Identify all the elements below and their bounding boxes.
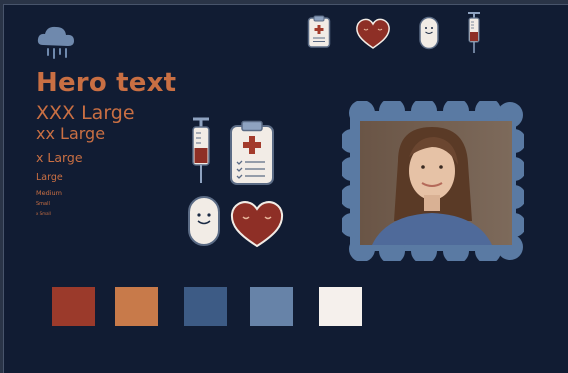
hero-text: Hero text [36,68,177,98]
heart-icon [230,201,284,248]
swatch-cream [319,287,362,326]
text-x-small: x Small [36,211,51,216]
text-medium: Medium [36,189,62,197]
clipboard-icon [230,120,274,185]
rain-cloud-icon [37,26,74,59]
portrait-photo [360,121,512,245]
style-board: Hero text XXX Large xx Large x Large Lar… [3,4,568,373]
swatch-blue [184,287,227,326]
text-xxx-large: XXX Large [36,102,135,124]
clipboard-icon [307,15,331,48]
text-x-large: x Large [36,150,83,165]
swatch-light-blue [250,287,293,326]
heart-icon [356,18,390,49]
syringe-icon [468,12,480,53]
text-large: Large [36,172,63,183]
pill-icon [188,196,220,246]
text-small: Small [36,201,50,207]
text-xx-large: xx Large [36,124,106,143]
swatch-rust [52,287,95,326]
swatch-orange [115,287,158,326]
syringe-icon [192,117,210,183]
scalloped-frame [340,98,526,264]
pill-icon [419,16,439,50]
profile-photo-frame [340,98,526,264]
